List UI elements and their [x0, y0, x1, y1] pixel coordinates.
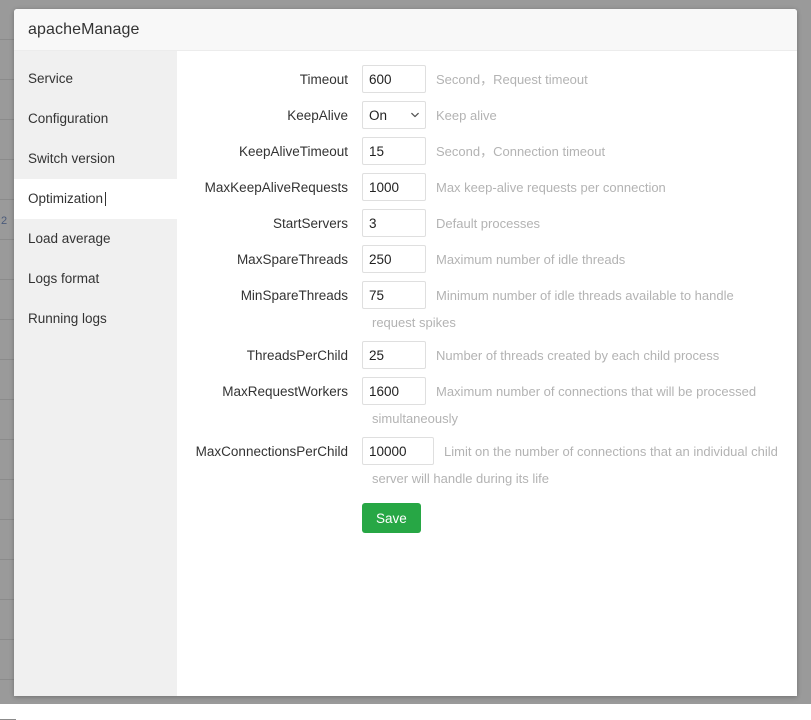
keepalivetimeout-input[interactable]	[362, 137, 426, 165]
form-row: Timeout Second，Request timeout	[177, 65, 797, 95]
maxrequestworkers-input[interactable]	[362, 377, 426, 405]
save-row: Save	[177, 503, 797, 533]
sidebar-item-switch-version[interactable]: Switch version	[14, 139, 177, 179]
field-help-text: Number of threads created by each child …	[426, 341, 719, 371]
field-help-text: Default processes	[426, 209, 540, 239]
sidebar-item-load-average[interactable]: Load average	[14, 219, 177, 259]
sidebar-item-label: Configuration	[28, 111, 108, 126]
field-control: OnOff	[362, 101, 426, 129]
app-title: apacheManage	[28, 21, 140, 39]
field-label-keepalive: KeepAlive	[187, 101, 362, 131]
field-label-startservers: StartServers	[187, 209, 362, 239]
sidebar-item-label: Service	[28, 71, 73, 86]
field-control	[362, 137, 426, 165]
select-wrapper: OnOff	[362, 101, 426, 129]
sidebar-item-label: Load average	[28, 231, 111, 246]
keepalive-select[interactable]: OnOff	[362, 101, 426, 129]
form-row: MaxRequestWorkers Maximum number of conne…	[177, 377, 797, 431]
form-row: StartServers Default processes	[177, 209, 797, 239]
field-label-minsparethreads: MinSpareThreads	[187, 281, 362, 311]
sidebar-item-label: Switch version	[28, 151, 115, 166]
timeout-input[interactable]	[362, 65, 426, 93]
field-help-text-continued: simultaneously	[187, 407, 797, 431]
background-badge: 2	[0, 215, 15, 227]
field-control	[362, 341, 426, 369]
field-label-timeout: Timeout	[187, 65, 362, 95]
window-body: Service Configuration Switch version Optimi…	[14, 51, 797, 696]
field-control	[362, 65, 426, 93]
field-help-text: Second，Request timeout	[426, 65, 588, 95]
form-row: MinSpareThreads Minimum number of idle th…	[177, 281, 797, 335]
field-help-text: Maximum number of idle threads	[426, 245, 625, 275]
sidebar-item-configuration[interactable]: Configuration	[14, 99, 177, 139]
sidebar-item-label: Running logs	[28, 311, 107, 326]
field-label-maxkeepaliverequests: MaxKeepAliveRequests	[187, 173, 362, 203]
threadsperchild-input[interactable]	[362, 341, 426, 369]
titlebar: apacheManage	[14, 9, 797, 51]
form-row: MaxSpareThreads Maximum number of idle th…	[177, 245, 797, 275]
field-help-text: Second，Connection timeout	[426, 137, 605, 167]
app-window: apacheManage Service Configuration Switch …	[14, 9, 797, 696]
field-label-maxrequestworkers: MaxRequestWorkers	[187, 377, 362, 407]
form-row-line: StartServers Default processes	[187, 209, 797, 239]
form-row-line: MaxRequestWorkers Maximum number of conne…	[187, 377, 797, 407]
field-help-text: Limit on the number of connections that …	[434, 437, 778, 467]
form-row: KeepAliveOnOffKeep alive	[177, 101, 797, 131]
sidebar-item-running-logs[interactable]: Running logs	[14, 299, 177, 339]
form-row: KeepAliveTimeout Second，Connection timeou…	[177, 137, 797, 167]
field-help-text-continued: request spikes	[187, 311, 797, 335]
field-label-maxconnectionsperchild: MaxConnectionsPerChild	[187, 437, 362, 467]
maxconnectionsperchild-input[interactable]	[362, 437, 434, 465]
sidebar-item-logs-format[interactable]: Logs format	[14, 259, 177, 299]
text-cursor	[105, 192, 106, 206]
field-help-text-continued: server will handle during its life	[187, 467, 797, 491]
minsparethreads-input[interactable]	[362, 281, 426, 309]
field-help-text: Max keep-alive requests per connection	[426, 173, 666, 203]
field-label-maxsparethreads: MaxSpareThreads	[187, 245, 362, 275]
form-row: ThreadsPerChild Number of threads created…	[177, 341, 797, 371]
field-control	[362, 173, 426, 201]
optimization-form: Timeout Second，Request timeout KeepAliveOn…	[177, 65, 797, 491]
form-row-line: ThreadsPerChild Number of threads created…	[187, 341, 797, 371]
sidebar-item-label: Optimization	[28, 191, 103, 206]
field-label-keepalivetimeout: KeepAliveTimeout	[187, 137, 362, 167]
form-row: MaxConnectionsPerChild Limit on the numbe…	[177, 437, 797, 491]
form-row-line: KeepAliveTimeout Second，Connection timeou…	[187, 137, 797, 167]
field-control	[362, 245, 426, 273]
form-row-line: KeepAliveOnOffKeep alive	[187, 101, 797, 131]
field-label-threadsperchild: ThreadsPerChild	[187, 341, 362, 371]
form-row: MaxKeepAliveRequests Max keep-alive reque…	[177, 173, 797, 203]
content-panel: Timeout Second，Request timeout KeepAliveOn…	[177, 51, 797, 696]
maxsparethreads-input[interactable]	[362, 245, 426, 273]
startservers-input[interactable]	[362, 209, 426, 237]
field-control	[362, 437, 434, 465]
form-row-line: MaxSpareThreads Maximum number of idle th…	[187, 245, 797, 275]
form-row-line: MaxKeepAliveRequests Max keep-alive reque…	[187, 173, 797, 203]
sidebar-item-service[interactable]: Service	[14, 59, 177, 99]
maxkeepaliverequests-input[interactable]	[362, 173, 426, 201]
sidebar-item-label: Logs format	[28, 271, 99, 286]
field-help-text: Minimum number of idle threads available…	[426, 281, 734, 311]
form-row-line: Timeout Second，Request timeout	[187, 65, 797, 95]
field-control	[362, 281, 426, 309]
field-help-text: Keep alive	[426, 101, 497, 131]
save-button[interactable]: Save	[362, 503, 421, 533]
field-control	[362, 377, 426, 405]
field-help-text: Maximum number of connections that will …	[426, 377, 756, 407]
field-control	[362, 209, 426, 237]
sidebar-item-optimization[interactable]: Optimization	[14, 179, 177, 219]
sidebar: Service Configuration Switch version Optimi…	[14, 51, 177, 696]
form-row-line: MaxConnectionsPerChild Limit on the numbe…	[187, 437, 797, 467]
form-row-line: MinSpareThreads Minimum number of idle th…	[187, 281, 797, 311]
